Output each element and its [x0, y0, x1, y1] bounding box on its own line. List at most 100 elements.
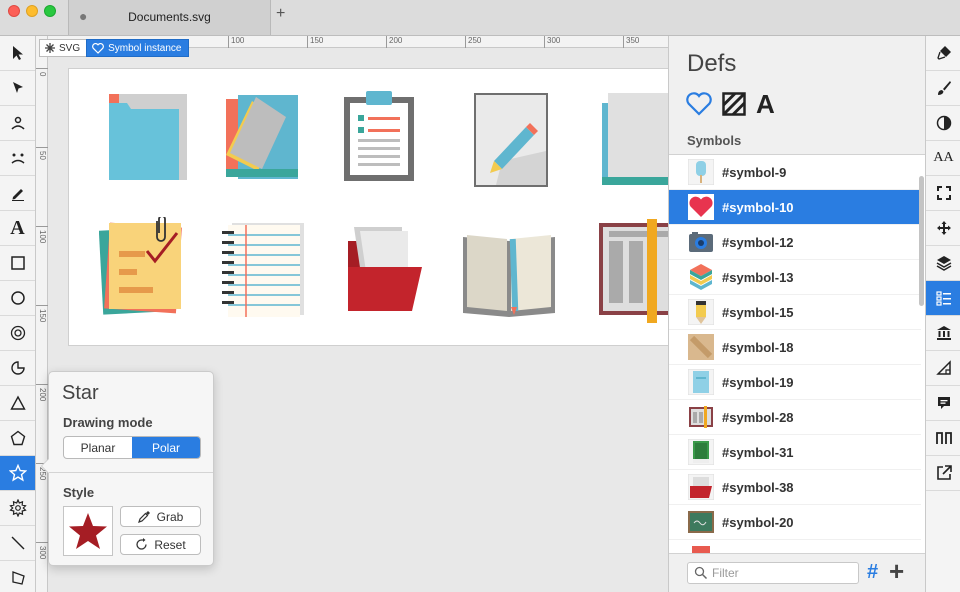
style-swatch[interactable] — [63, 506, 113, 556]
symbol-row-15[interactable]: #symbol-15 — [669, 295, 921, 330]
animation-panel-button[interactable] — [926, 421, 960, 456]
heart-icon — [686, 92, 712, 116]
symbol-row-13[interactable]: #symbol-13 — [669, 260, 921, 295]
node-select-tool[interactable] — [0, 71, 35, 106]
open-folder-illustration[interactable] — [222, 91, 302, 183]
ruler-label: 100 — [38, 230, 47, 244]
heart-icon — [92, 42, 105, 54]
symbols-scrollbar[interactable] — [919, 176, 924, 306]
pencil-tool[interactable] — [0, 176, 35, 211]
face-tool[interactable] — [0, 141, 35, 176]
defs-panel-button[interactable] — [926, 281, 960, 316]
title-bar: ● Documents.svg + — [0, 0, 960, 36]
pentagon-tool[interactable] — [0, 421, 35, 456]
folder-partial-illustration[interactable] — [602, 91, 668, 187]
symbol-thumbnail — [688, 264, 714, 290]
ring-tool[interactable] — [0, 316, 35, 351]
pentagon-icon — [10, 430, 25, 446]
rectangle-tool[interactable] — [0, 246, 35, 281]
book-thumb-icon — [689, 406, 713, 428]
stroke-panel-button[interactable] — [926, 71, 960, 106]
symbol-row-9[interactable]: #symbol-9 — [669, 155, 921, 190]
patterns-type-button[interactable] — [722, 92, 746, 116]
folder-illustration[interactable] — [109, 91, 189, 183]
star-tool[interactable] — [0, 456, 35, 491]
minimize-window-button[interactable] — [26, 5, 38, 17]
grab-button[interactable]: Grab — [120, 506, 201, 527]
book-bookmark-illustration[interactable] — [597, 219, 668, 323]
cog-tool[interactable] — [0, 491, 35, 526]
ring-icon — [10, 325, 25, 341]
red-folder-illustration[interactable] — [342, 227, 428, 313]
open-notebook-illustration[interactable] — [459, 231, 559, 317]
triangle-tool[interactable] — [0, 386, 35, 421]
tab-documents[interactable]: ● Documents.svg — [68, 0, 271, 35]
pattern-icon — [722, 92, 746, 116]
symbol-row-12[interactable]: #symbol-12 — [669, 225, 921, 260]
symbol-row-18[interactable]: #symbol-18 — [669, 330, 921, 365]
freeform-tool[interactable] — [0, 561, 35, 592]
new-tab-button[interactable]: + — [276, 6, 285, 22]
spiral-notebook-illustration[interactable] — [222, 221, 308, 317]
symbol-row-38[interactable]: #symbol-38 — [669, 470, 921, 505]
arrow-select-tool[interactable] — [0, 36, 35, 71]
close-window-button[interactable] — [8, 5, 20, 17]
export-panel-button[interactable] — [926, 456, 960, 491]
symbol-thumbnail — [688, 159, 714, 185]
planar-mode-button[interactable]: Planar — [64, 437, 132, 458]
symbol-name: #symbol-12 — [722, 234, 794, 250]
ruler-label: 300 — [38, 546, 47, 560]
reset-button-label: Reset — [154, 537, 186, 552]
symbol-row-28[interactable]: #symbol-28 — [669, 400, 921, 435]
symbol-row-partial[interactable] — [669, 540, 921, 553]
add-symbol-button[interactable]: + — [889, 558, 904, 584]
cog-icon — [8, 499, 27, 517]
symbol-row-10[interactable]: #symbol-10 — [669, 190, 921, 225]
ruler-label: 100 — [228, 36, 244, 48]
symbols-type-button[interactable] — [686, 92, 712, 116]
breadcrumb-symbol-instance[interactable]: Symbol instance — [86, 39, 189, 57]
view-panel-button[interactable] — [926, 176, 960, 211]
symbol-name: #symbol-15 — [722, 304, 794, 320]
symbol-thumbnail — [688, 299, 714, 325]
view-tool[interactable] — [0, 106, 35, 141]
symbol-row-31[interactable]: #symbol-31 — [669, 435, 921, 470]
filter-input[interactable] — [712, 566, 852, 580]
ruler-label: 300 — [544, 36, 560, 48]
ruler-label: 200 — [386, 36, 402, 48]
reset-button[interactable]: Reset — [120, 534, 201, 555]
objects-panel-button[interactable] — [926, 246, 960, 281]
text-tool[interactable]: A — [0, 211, 35, 246]
pie-tool[interactable] — [0, 351, 35, 386]
id-toggle-button[interactable]: # — [867, 561, 878, 583]
symbol-row-19[interactable]: #symbol-19 — [669, 365, 921, 400]
compositing-panel-button[interactable] — [926, 106, 960, 141]
line-tool[interactable] — [0, 526, 35, 561]
geometry-panel-button[interactable] — [926, 351, 960, 386]
maximize-window-button[interactable] — [44, 5, 56, 17]
fill-panel-button[interactable] — [926, 36, 960, 71]
ruler-mark: 0 — [36, 68, 48, 76]
symbol-thumbnail — [688, 194, 714, 220]
symbol-thumbnail — [688, 544, 714, 553]
stack-thumb-icon — [690, 264, 712, 290]
star-swatch-icon — [69, 513, 107, 549]
fonts-type-button[interactable]: A — [756, 91, 775, 117]
note-checkmark-illustration[interactable] — [99, 217, 185, 317]
transform-panel-button[interactable] — [926, 211, 960, 246]
ruler-label: 0 — [38, 72, 47, 77]
artboard[interactable] — [68, 68, 668, 346]
symbol-row-20[interactable]: #symbol-20 — [669, 505, 921, 540]
text-panel-button[interactable]: AA — [926, 141, 960, 176]
ruler-mark: 300 — [36, 542, 48, 559]
notepad-pencil-illustration[interactable] — [472, 91, 552, 187]
symbols-list[interactable]: #symbol-9 #symbol-10 #symbol-12 #symbol-… — [669, 155, 926, 553]
library-panel-button[interactable] — [926, 316, 960, 351]
breadcrumb-svg[interactable]: SVG — [39, 39, 87, 57]
symbol-thumbnail — [688, 369, 714, 395]
symbol-name: #symbol-9 — [722, 164, 787, 180]
comments-panel-button[interactable] — [926, 386, 960, 421]
clipboard-illustration[interactable] — [340, 87, 420, 183]
circle-tool[interactable] — [0, 281, 35, 316]
polar-mode-button[interactable]: Polar — [132, 437, 200, 458]
